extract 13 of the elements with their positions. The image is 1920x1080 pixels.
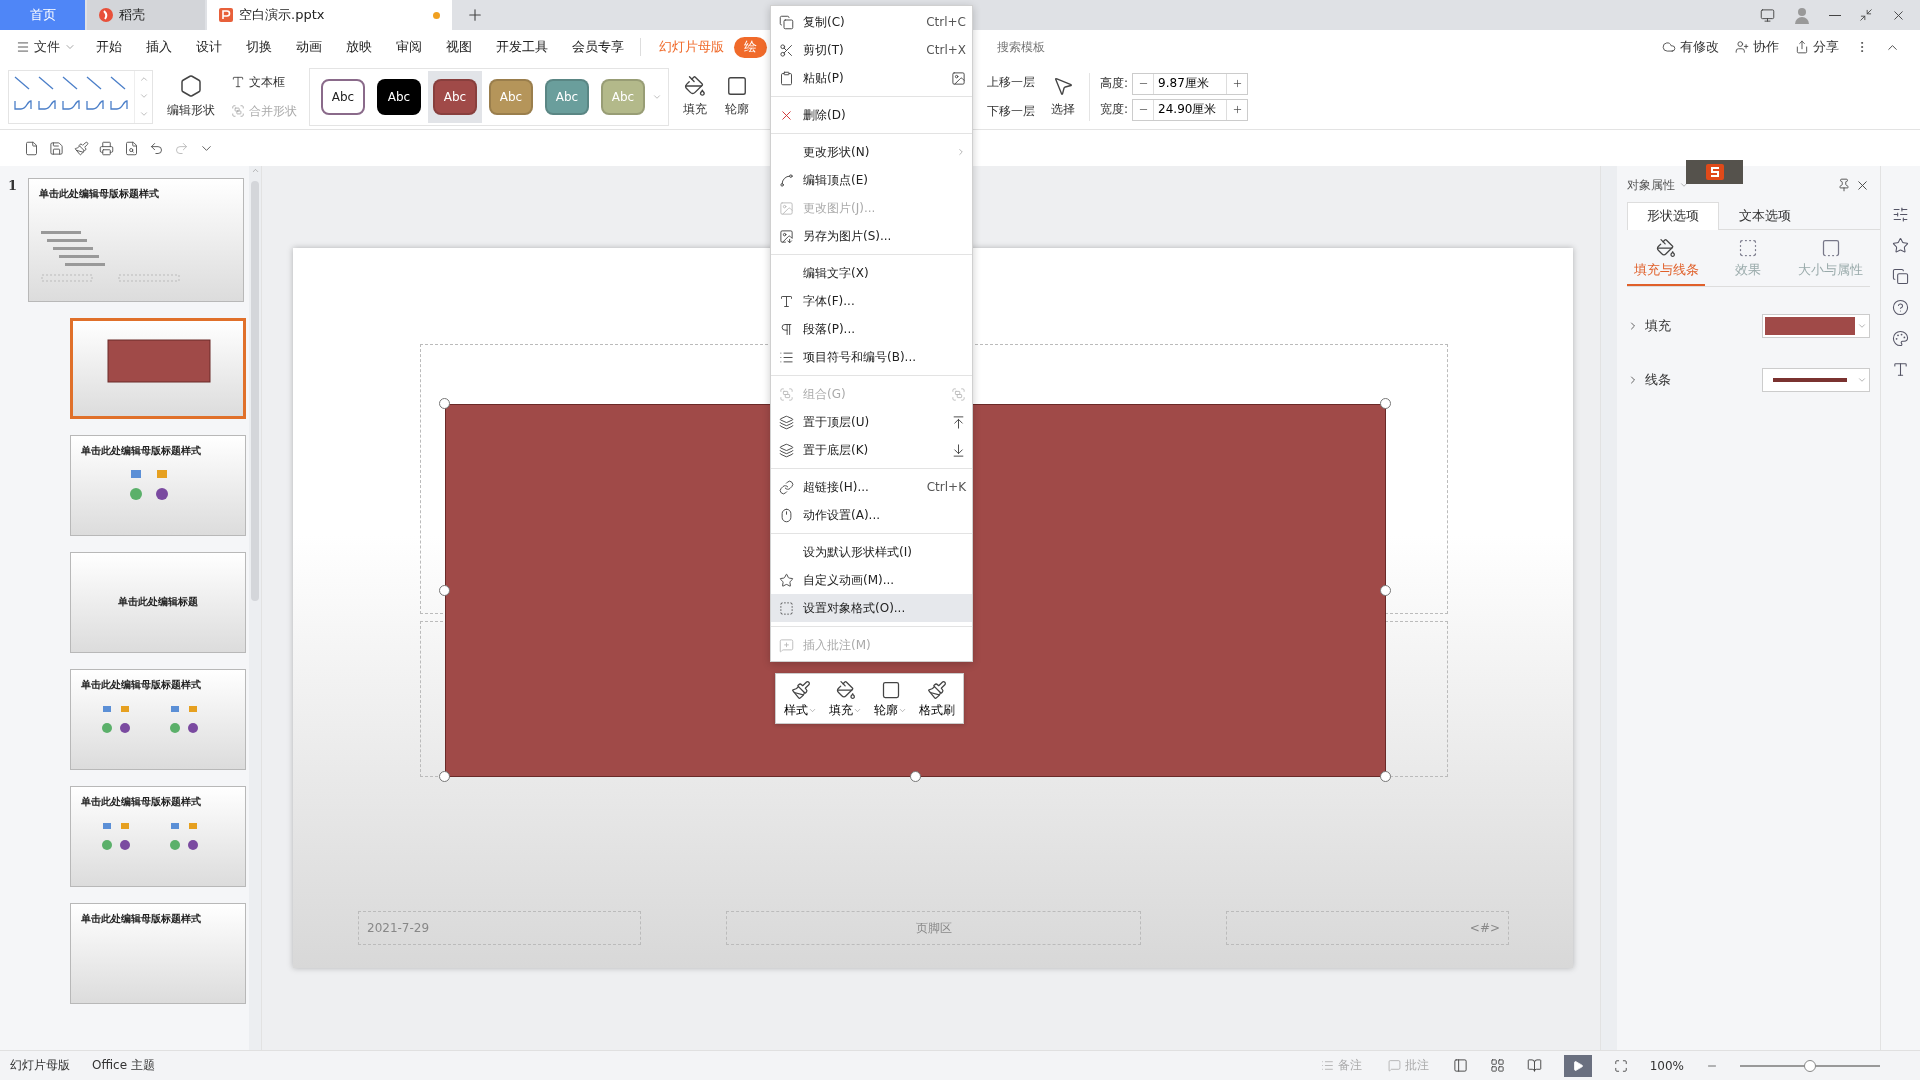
property-label: 填充 [1645, 317, 1671, 335]
property-label: 线条 [1645, 371, 1671, 389]
dimension-label: 高度: [1100, 75, 1129, 92]
status-text: 幻灯片母版 [10, 1057, 70, 1074]
thumbnail-title: 单击此处编辑母版标题样式 [81, 444, 202, 458]
thumbnail-title: 单击此处编辑标题 [117, 595, 199, 609]
thumbnail-title: 单击此处编辑母版标题样式 [81, 795, 202, 809]
thumbnail-title: 单击此处编辑母版标题样式 [81, 678, 202, 692]
thumbnail-title: 单击此处编辑母版标题样式 [39, 187, 160, 201]
dimension-label: 宽度: [1100, 101, 1129, 118]
slide-number: 1 [8, 178, 19, 193]
thumbnail-title: 单击此处编辑母版标题样式 [81, 912, 202, 926]
status-text: Office 主题 [92, 1057, 155, 1074]
